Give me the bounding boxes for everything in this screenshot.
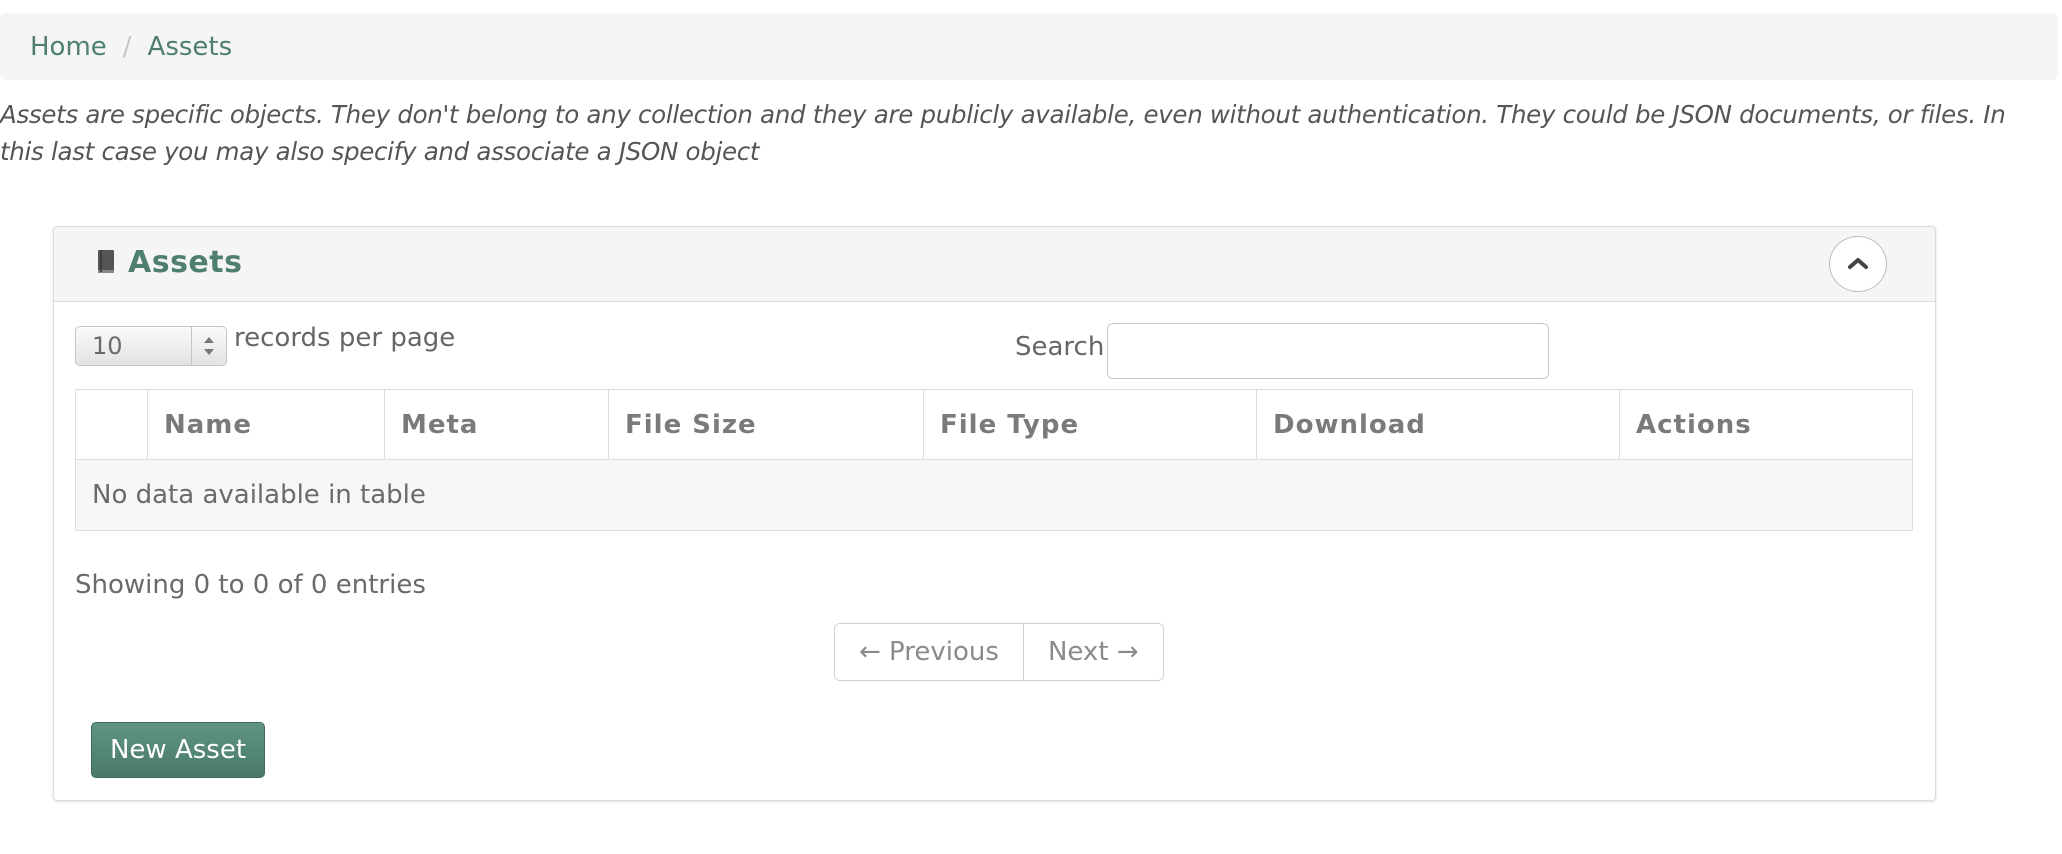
table-info: Showing 0 to 0 of 0 entries	[75, 570, 426, 600]
previous-page-button[interactable]: ← Previous	[835, 624, 1023, 680]
column-header-actions[interactable]: Actions	[1619, 389, 1913, 460]
search-input[interactable]	[1107, 323, 1549, 379]
next-page-button[interactable]: Next →	[1022, 624, 1163, 680]
column-header-file-type[interactable]: File Type	[923, 389, 1257, 460]
assets-panel: Assets 10 records per page Search: Name …	[53, 226, 1936, 801]
breadcrumb-home-link[interactable]: Home	[30, 32, 107, 62]
page-length-select[interactable]: 10	[75, 326, 227, 366]
column-header-select[interactable]	[75, 389, 148, 460]
select-arrows-icon	[191, 327, 226, 365]
collapse-panel-button[interactable]	[1829, 236, 1887, 292]
panel-title: Assets	[128, 245, 243, 280]
empty-table-message: No data available in table	[75, 459, 1913, 531]
chevron-up-icon	[1847, 255, 1869, 274]
assets-table: Name Meta File Size File Type Download A…	[75, 389, 1913, 531]
breadcrumb-assets-link[interactable]: Assets	[148, 32, 233, 62]
breadcrumb-separator: /	[122, 31, 132, 62]
column-header-file-size[interactable]: File Size	[608, 389, 924, 460]
records-per-page-label: records per page	[234, 323, 456, 353]
panel-header: Assets	[54, 227, 1935, 302]
table-header-row: Name Meta File Size File Type Download A…	[75, 389, 1913, 460]
table-row: No data available in table	[75, 459, 1913, 531]
breadcrumb: Home / Assets	[0, 13, 2058, 80]
page-length-value: 10	[92, 332, 123, 360]
new-asset-button[interactable]: New Asset	[91, 722, 265, 778]
column-header-meta[interactable]: Meta	[384, 389, 609, 460]
page-description: Assets are specific objects. They don't …	[0, 100, 2006, 166]
pagination: ← Previous Next →	[834, 623, 1164, 681]
column-header-name[interactable]: Name	[147, 389, 385, 460]
search-label: Search:	[1015, 332, 1114, 362]
book-icon	[96, 249, 116, 279]
column-header-download[interactable]: Download	[1256, 389, 1620, 460]
